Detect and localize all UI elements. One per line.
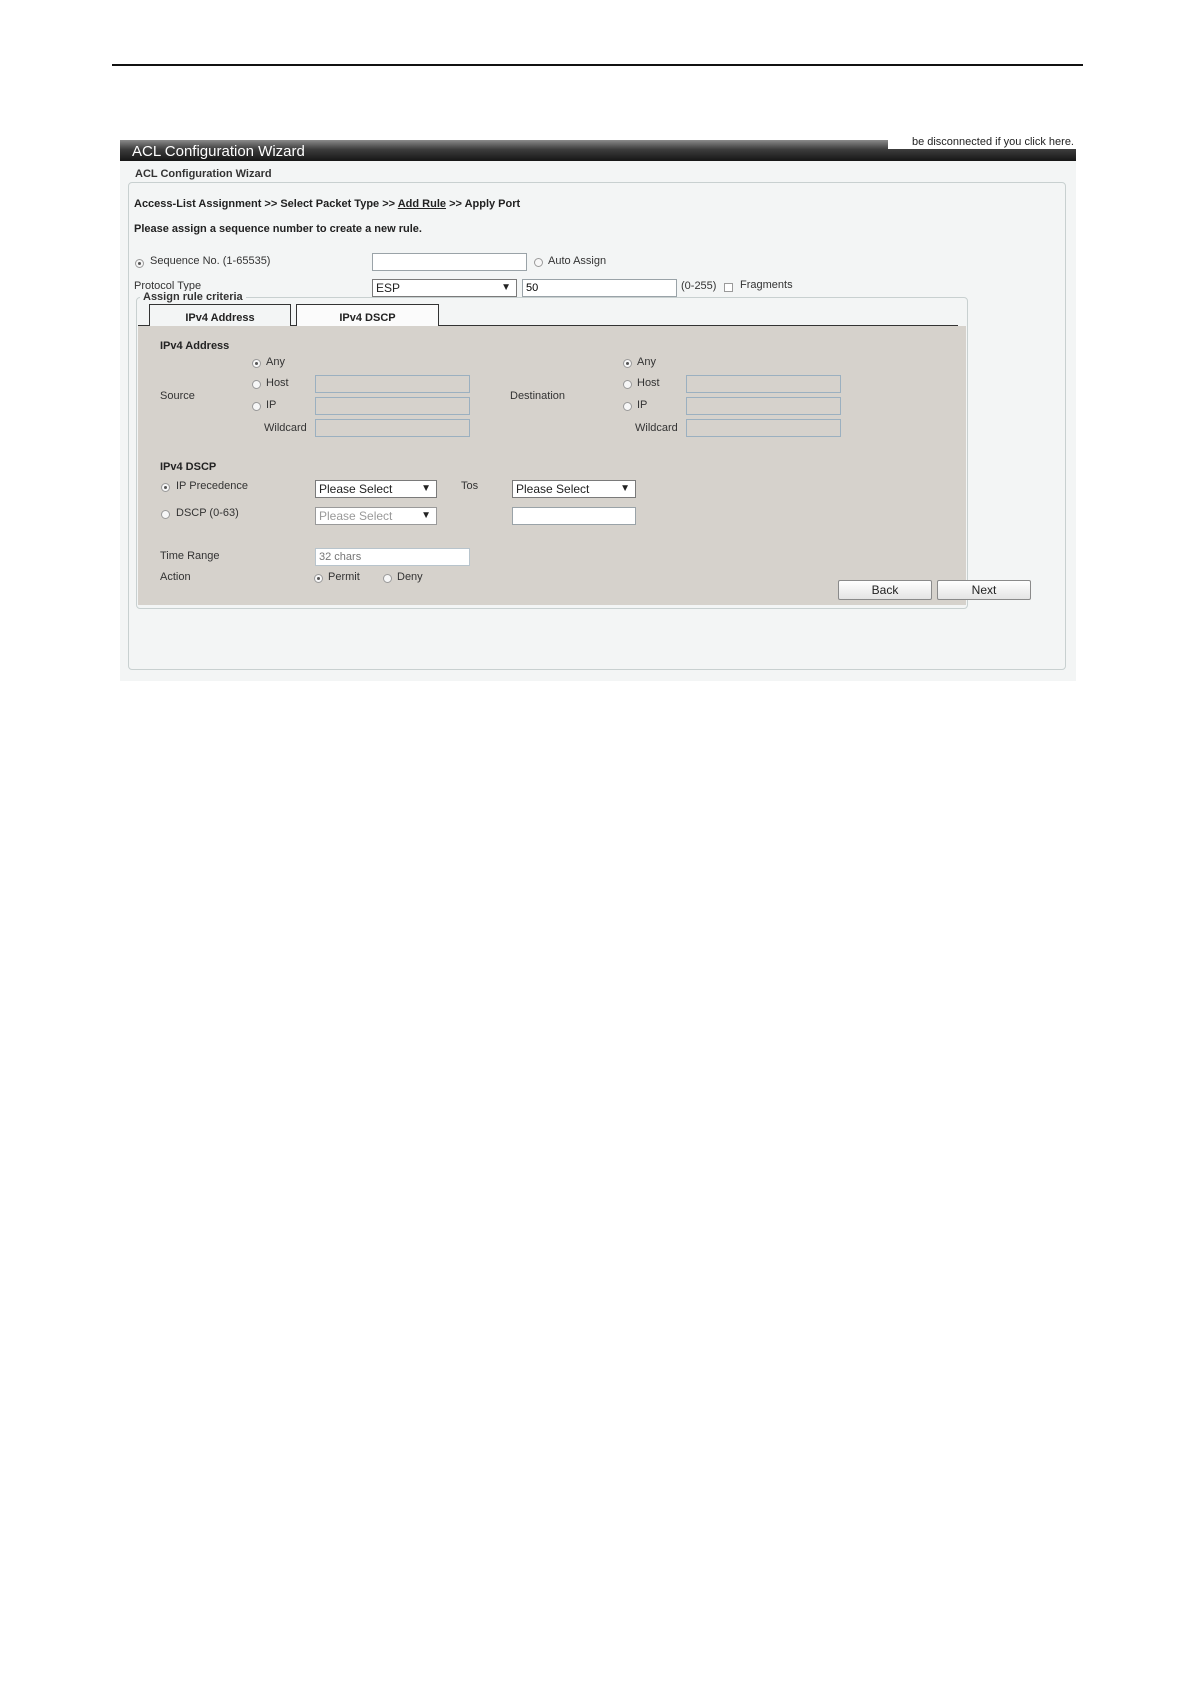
source-ip-input[interactable]	[315, 397, 470, 415]
source-label: Source	[160, 390, 195, 402]
chevron-down-icon: ▼	[421, 510, 431, 521]
destination-any-label: Any	[637, 356, 656, 368]
sequence-radio[interactable]	[135, 259, 144, 268]
ip-precedence-label: IP Precedence	[176, 480, 248, 492]
tos-value: Please Select	[516, 482, 590, 496]
breadcrumb-last-step: >> Apply Port	[449, 198, 521, 210]
destination-ip-input[interactable]	[686, 397, 841, 415]
destination-any-radio[interactable]	[623, 359, 632, 368]
source-any-label: Any	[266, 356, 285, 368]
instruction-text: Please assign a sequence number to creat…	[134, 223, 422, 235]
source-ip-radio[interactable]	[252, 402, 261, 411]
source-host-label: Host	[266, 377, 289, 389]
sequence-label: Sequence No. (1-65535)	[150, 255, 271, 267]
protocol-type-select[interactable]: ESP ▼	[372, 279, 517, 297]
protocol-type-value: ESP	[376, 281, 401, 295]
protocol-range-hint: (0-255)	[681, 280, 717, 292]
chevron-down-icon: ▼	[620, 483, 630, 494]
dscp-select-value: Please Select	[319, 509, 393, 523]
action-permit-label: Permit	[328, 571, 360, 583]
auto-assign-label: Auto Assign	[548, 255, 607, 267]
sequence-input[interactable]	[372, 253, 527, 271]
destination-ip-label: IP	[637, 399, 648, 411]
auto-assign-radio[interactable]	[534, 258, 543, 267]
ip-precedence-radio[interactable]	[161, 483, 170, 492]
destination-host-radio[interactable]	[623, 380, 632, 389]
destination-ip-radio[interactable]	[623, 402, 632, 411]
tos-label: Tos	[461, 480, 479, 492]
logout-notice-link[interactable]: be disconnected if you click here.	[888, 136, 1076, 149]
source-any-radio[interactable]	[252, 359, 261, 368]
source-host-input[interactable]	[315, 375, 470, 393]
breadcrumb-current-step: Add Rule	[397, 198, 447, 210]
action-permit-radio[interactable]	[314, 574, 323, 583]
ipv4-dscp-heading: IPv4 DSCP	[160, 461, 217, 473]
dscp-radio[interactable]	[161, 510, 170, 519]
ip-precedence-value: Please Select	[319, 482, 393, 496]
destination-wildcard-label: Wildcard	[635, 422, 678, 434]
dscp-label: DSCP (0-63)	[176, 507, 239, 519]
window-title: ACL Configuration Wizard	[132, 143, 305, 160]
dscp-select[interactable]: Please Select ▼	[315, 507, 437, 525]
source-ip-label: IP	[266, 399, 277, 411]
time-range-label: Time Range	[160, 550, 220, 562]
fragments-label: Fragments	[740, 279, 793, 291]
source-wildcard-label: Wildcard	[264, 422, 307, 434]
dscp-value-input[interactable]	[512, 507, 636, 525]
time-range-input[interactable]	[315, 548, 470, 566]
destination-label: Destination	[510, 390, 566, 402]
page-header-rule	[112, 64, 1083, 66]
criteria-panel: IPv4 Address Source Any Host IP Wildcard…	[138, 326, 1031, 605]
tos-select[interactable]: Please Select ▼	[512, 480, 636, 498]
next-button[interactable]: Next	[937, 580, 1031, 600]
back-button[interactable]: Back	[838, 580, 932, 600]
chevron-down-icon: ▼	[501, 282, 511, 293]
fragments-checkbox[interactable]	[724, 283, 733, 292]
chevron-down-icon: ▼	[421, 483, 431, 494]
criteria-legend: Assign rule criteria	[140, 291, 246, 303]
source-host-radio[interactable]	[252, 380, 261, 389]
ip-precedence-select[interactable]: Please Select ▼	[315, 480, 437, 498]
action-deny-radio[interactable]	[383, 574, 392, 583]
acl-wizard-window: ACL Configuration Wizard be disconnected…	[120, 136, 1076, 681]
action-label: Action	[160, 571, 191, 583]
destination-wildcard-input[interactable]	[686, 419, 841, 437]
destination-host-label: Host	[637, 377, 660, 389]
window-titlebar: ACL Configuration Wizard be disconnected…	[120, 136, 1076, 161]
ipv4-address-heading: IPv4 Address	[160, 340, 230, 352]
source-wildcard-input[interactable]	[315, 419, 470, 437]
breadcrumb-steps: Access-List Assignment >> Select Packet …	[134, 198, 396, 210]
wizard-legend: ACL Configuration Wizard	[132, 168, 275, 180]
breadcrumb: Access-List Assignment >> Select Packet …	[134, 198, 520, 210]
action-deny-label: Deny	[397, 571, 423, 583]
protocol-number-input[interactable]	[522, 279, 677, 297]
destination-host-input[interactable]	[686, 375, 841, 393]
